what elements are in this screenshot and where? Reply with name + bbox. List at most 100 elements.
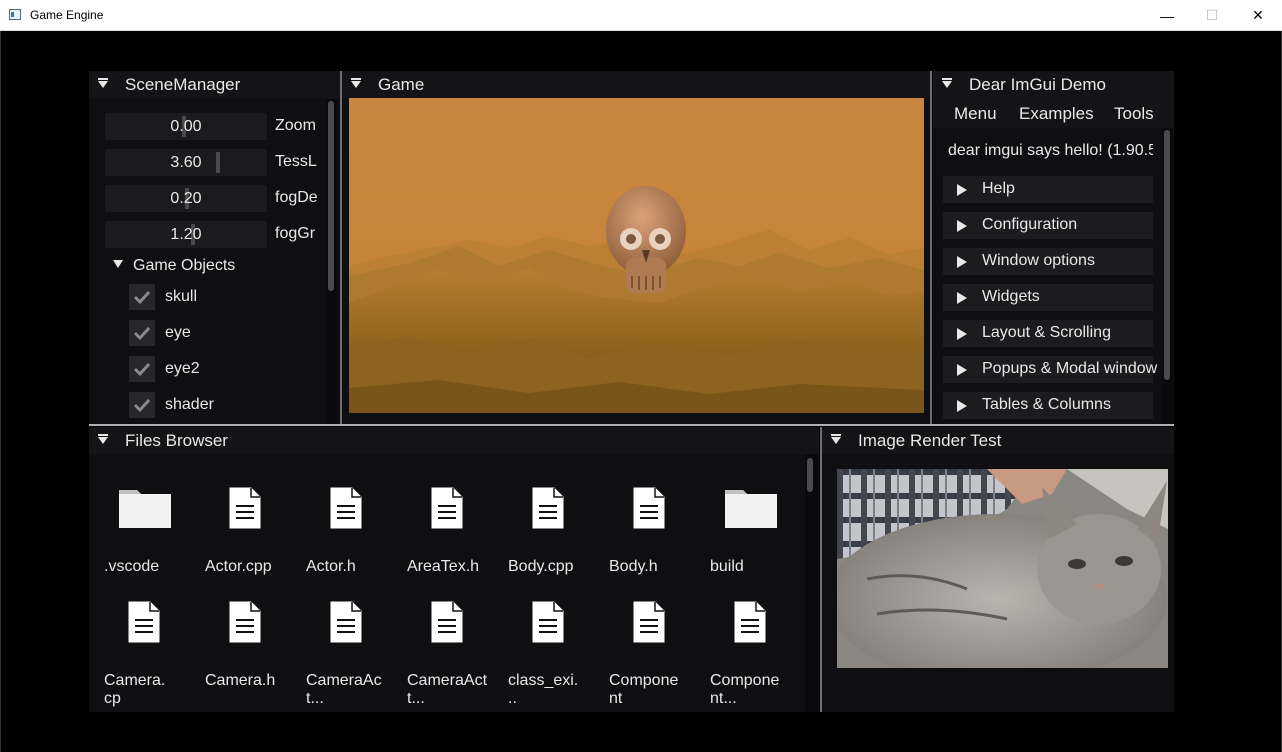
header-label: Popups & Modal window <box>982 360 1158 377</box>
collapse-icon[interactable] <box>831 434 841 444</box>
file-item[interactable]: Actor.cpp <box>205 484 297 594</box>
checkbox-1[interactable] <box>129 320 155 346</box>
file-item[interactable]: Compone nt <box>609 598 701 708</box>
scrollbar-thumb[interactable] <box>807 458 813 492</box>
collapsed-arrow-icon <box>957 364 967 376</box>
file-icon <box>423 598 471 651</box>
file-name: build <box>710 558 744 575</box>
file-item[interactable]: build <box>710 484 802 594</box>
header-label: Widgets <box>982 288 1040 305</box>
file-icon <box>128 601 160 643</box>
checkbox-label: eye <box>165 324 191 341</box>
file-name: .vscode <box>104 558 160 575</box>
slider-2[interactable]: 0.20 <box>105 185 267 212</box>
splitter-horizontal[interactable] <box>89 424 1174 426</box>
splitter-vertical-right[interactable] <box>930 71 932 424</box>
minimize-button[interactable]: — <box>1144 0 1190 31</box>
collapse-icon[interactable] <box>98 78 108 88</box>
collapsed-arrow-icon <box>957 328 967 340</box>
file-item[interactable]: Compone nt... <box>710 598 802 708</box>
collapsing-header-1[interactable]: Configuration <box>943 212 1153 239</box>
file-name: class_exi. .. <box>508 672 579 707</box>
file-name: Compone nt... <box>710 672 780 707</box>
collapsing-header-5[interactable]: Popups & Modal window <box>943 356 1157 383</box>
file-icon <box>524 484 572 537</box>
maximize-button[interactable]: ☐ <box>1189 0 1235 31</box>
collapse-icon[interactable] <box>98 434 108 444</box>
folder-icon <box>723 484 779 537</box>
files-browser-scrollbar[interactable] <box>805 454 817 712</box>
game-viewport[interactable] <box>349 98 924 413</box>
file-item[interactable]: .vscode <box>104 484 196 594</box>
collapse-icon[interactable] <box>351 78 361 88</box>
collapsing-header-6[interactable]: Tables & Columns <box>943 392 1153 419</box>
file-name: CameraAct t... <box>407 672 488 707</box>
slider-label: Zoom <box>275 117 316 134</box>
menu-examples[interactable]: Examples <box>1019 104 1094 124</box>
slider-0[interactable]: 0.00 <box>105 113 267 140</box>
splitter-vertical-left[interactable] <box>340 71 342 424</box>
slider-label: TessL <box>275 153 317 170</box>
scrollbar-thumb[interactable] <box>1164 130 1170 380</box>
file-item[interactable]: Camera. cp <box>104 598 196 708</box>
collapsing-header-0[interactable]: Help <box>943 176 1153 203</box>
collapsed-arrow-icon <box>957 184 967 196</box>
file-icon <box>431 601 463 643</box>
scene-manager-scrollbar[interactable] <box>326 99 337 424</box>
checkbox-0[interactable] <box>129 284 155 310</box>
collapsed-arrow-icon <box>957 400 967 412</box>
file-item[interactable]: AreaTex.h <box>407 484 499 594</box>
menu-menu[interactable]: Menu <box>954 104 997 124</box>
file-icon <box>423 484 471 537</box>
imgui-demo-scrollbar[interactable] <box>1162 128 1173 424</box>
file-item[interactable]: class_exi. .. <box>508 598 600 708</box>
file-item[interactable]: Camera.h <box>205 598 297 708</box>
imgui-demo-titlebar[interactable]: Dear ImGui Demo <box>933 71 1174 98</box>
checkbox-2[interactable] <box>129 356 155 382</box>
checkbox-label: eye2 <box>165 360 200 377</box>
file-item[interactable]: CameraAc t... <box>306 598 398 708</box>
scrollbar-thumb[interactable] <box>328 101 334 291</box>
image-render-panel: Image Render Test <box>822 427 1174 712</box>
close-button[interactable]: ✕ <box>1235 0 1281 31</box>
window-titlebar[interactable]: Game Engine — ☐ ✕ <box>0 0 1282 31</box>
collapsing-header-4[interactable]: Layout & Scrolling <box>943 320 1153 347</box>
checkbox-3[interactable] <box>129 392 155 418</box>
checkmark-icon <box>133 398 151 413</box>
file-item[interactable]: Body.cpp <box>508 484 600 594</box>
file-item[interactable]: Actor.h <box>306 484 398 594</box>
collapsed-arrow-icon <box>957 292 967 304</box>
collapsing-header-3[interactable]: Widgets <box>943 284 1153 311</box>
file-icon <box>221 598 269 651</box>
file-icon <box>532 487 564 529</box>
slider-value: 1.20 <box>170 226 202 243</box>
header-label: Configuration <box>982 216 1078 233</box>
game-titlebar[interactable]: Game <box>342 71 930 98</box>
collapse-icon[interactable] <box>942 78 952 88</box>
file-icon <box>734 601 766 643</box>
image-render-titlebar[interactable]: Image Render Test <box>822 427 1174 454</box>
file-name: Body.cpp <box>508 558 574 575</box>
game-title: Game <box>378 75 425 94</box>
slider-1[interactable]: 3.60 <box>105 149 267 176</box>
game-objects-tree-node[interactable]: Game Objects <box>113 257 235 275</box>
files-browser-title: Files Browser <box>125 431 228 450</box>
splitter-vertical-bottom[interactable] <box>820 427 822 712</box>
file-icon <box>330 601 362 643</box>
files-browser-titlebar[interactable]: Files Browser <box>89 427 819 454</box>
file-name: Camera.h <box>205 672 276 689</box>
slider-label: fogGr <box>275 225 316 242</box>
header-label: Layout & Scrolling <box>982 324 1111 341</box>
scene-manager-titlebar[interactable]: SceneManager <box>89 71 340 98</box>
file-icon <box>229 487 261 529</box>
file-item[interactable]: Body.h <box>609 484 701 594</box>
menu-tools[interactable]: Tools <box>1114 104 1154 124</box>
folder-icon <box>725 490 777 528</box>
files-browser-panel: Files Browser .vscode Actor.cpp Actor.h Are… <box>89 427 819 712</box>
file-name: Camera. cp <box>104 672 166 707</box>
checkmark-icon <box>133 290 151 305</box>
file-item[interactable]: CameraAct t... <box>407 598 499 708</box>
collapsing-header-2[interactable]: Window options <box>943 248 1153 275</box>
slider-3[interactable]: 1.20 <box>105 221 267 248</box>
scene-manager-title: SceneManager <box>125 75 241 94</box>
